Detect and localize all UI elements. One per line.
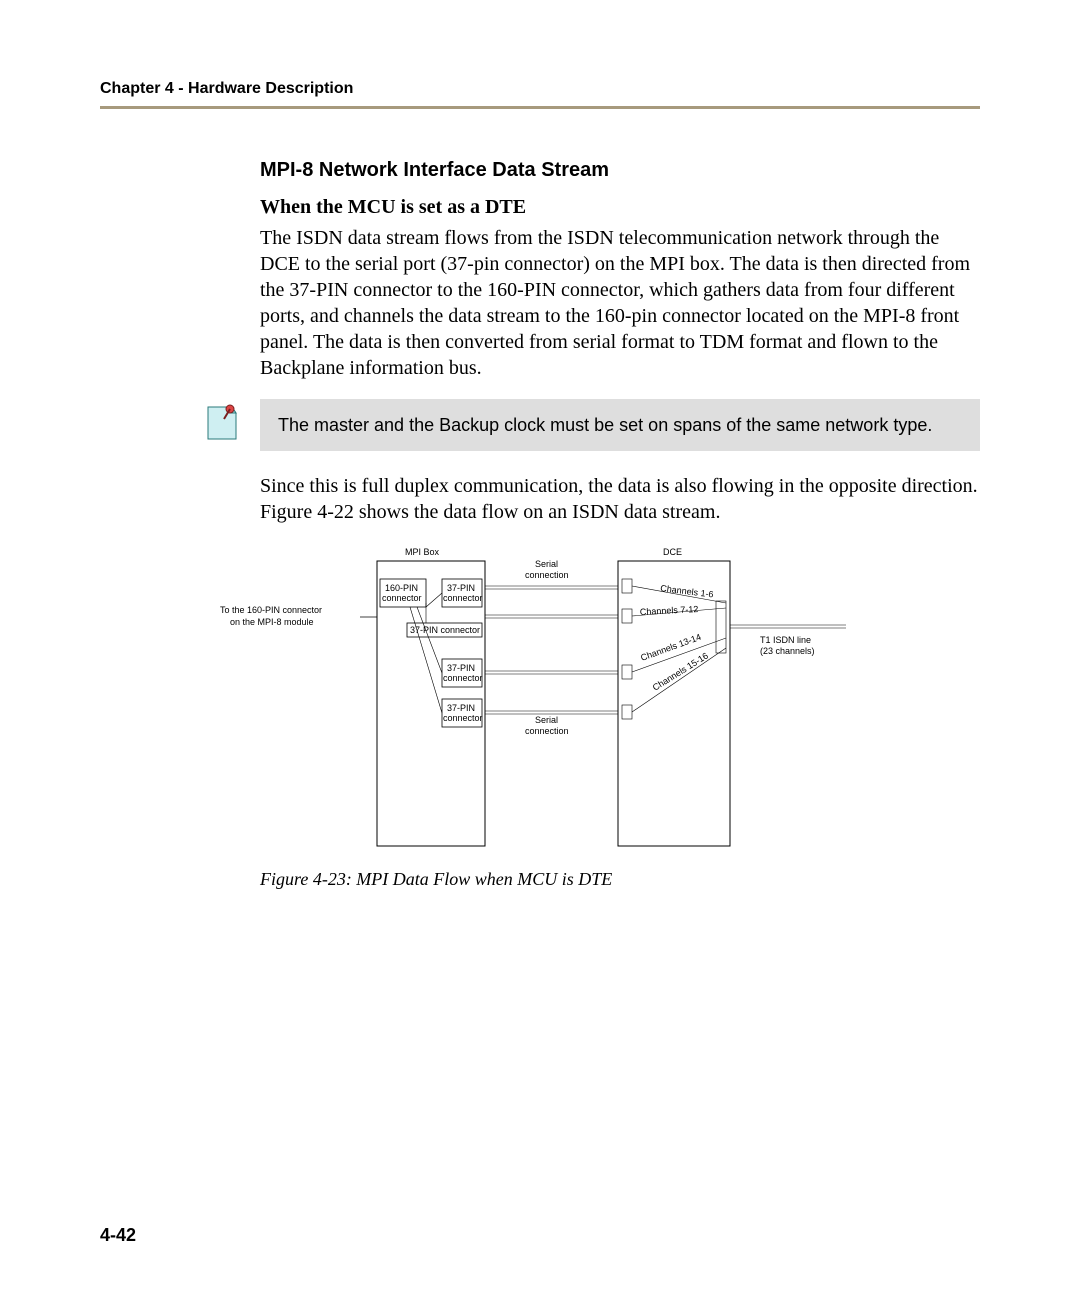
- svg-text:37-PIN: 37-PIN: [447, 663, 475, 673]
- svg-text:To the 160-PIN connector: To the 160-PIN connector: [220, 605, 322, 615]
- mpi-data-flow-diagram: To the 160-PIN connector on the MPI-8 mo…: [210, 543, 850, 853]
- svg-text:Channels 7-12: Channels 7-12: [640, 604, 699, 617]
- svg-text:MPI Box: MPI Box: [405, 547, 440, 557]
- note-block: The master and the Backup clock must be …: [260, 399, 980, 451]
- page-number: 4-42: [100, 1225, 136, 1246]
- chapter-header: Chapter 4 - Hardware Description: [100, 80, 980, 98]
- paragraph: The ISDN data stream flows from the ISDN…: [260, 225, 980, 381]
- svg-text:T1 ISDN line: T1 ISDN line: [760, 635, 811, 645]
- svg-text:on the MPI-8 module: on the MPI-8 module: [230, 617, 314, 627]
- svg-text:connector: connector: [443, 673, 483, 683]
- svg-text:Serial: Serial: [535, 715, 558, 725]
- paragraph: Since this is full duplex communication,…: [260, 473, 980, 525]
- svg-text:37-PIN: 37-PIN: [447, 583, 475, 593]
- svg-text:37-PIN: 37-PIN: [447, 703, 475, 713]
- svg-text:Channels 1-6: Channels 1-6: [660, 583, 714, 599]
- svg-text:connector: connector: [382, 593, 422, 603]
- sub-title: When the MCU is set as a DTE: [260, 196, 980, 219]
- svg-text:connector: connector: [443, 593, 483, 603]
- svg-text:Channels 15-16: Channels 15-16: [651, 651, 710, 693]
- svg-text:Serial: Serial: [535, 559, 558, 569]
- figure-caption: Figure 4-23: MPI Data Flow when MCU is D…: [260, 869, 980, 890]
- svg-text:DCE: DCE: [663, 547, 682, 557]
- svg-text:37-PIN connector: 37-PIN connector: [410, 625, 480, 635]
- pinned-note-icon: [200, 401, 244, 445]
- section-title: MPI-8 Network Interface Data Stream: [260, 159, 980, 182]
- svg-text:160-PIN: 160-PIN: [385, 583, 418, 593]
- svg-text:(23 channels): (23 channels): [760, 646, 815, 656]
- note-text: The master and the Backup clock must be …: [260, 399, 980, 451]
- svg-text:connector: connector: [443, 713, 483, 723]
- svg-text:connection: connection: [525, 570, 569, 580]
- svg-text:connection: connection: [525, 726, 569, 736]
- header-divider: [100, 106, 980, 109]
